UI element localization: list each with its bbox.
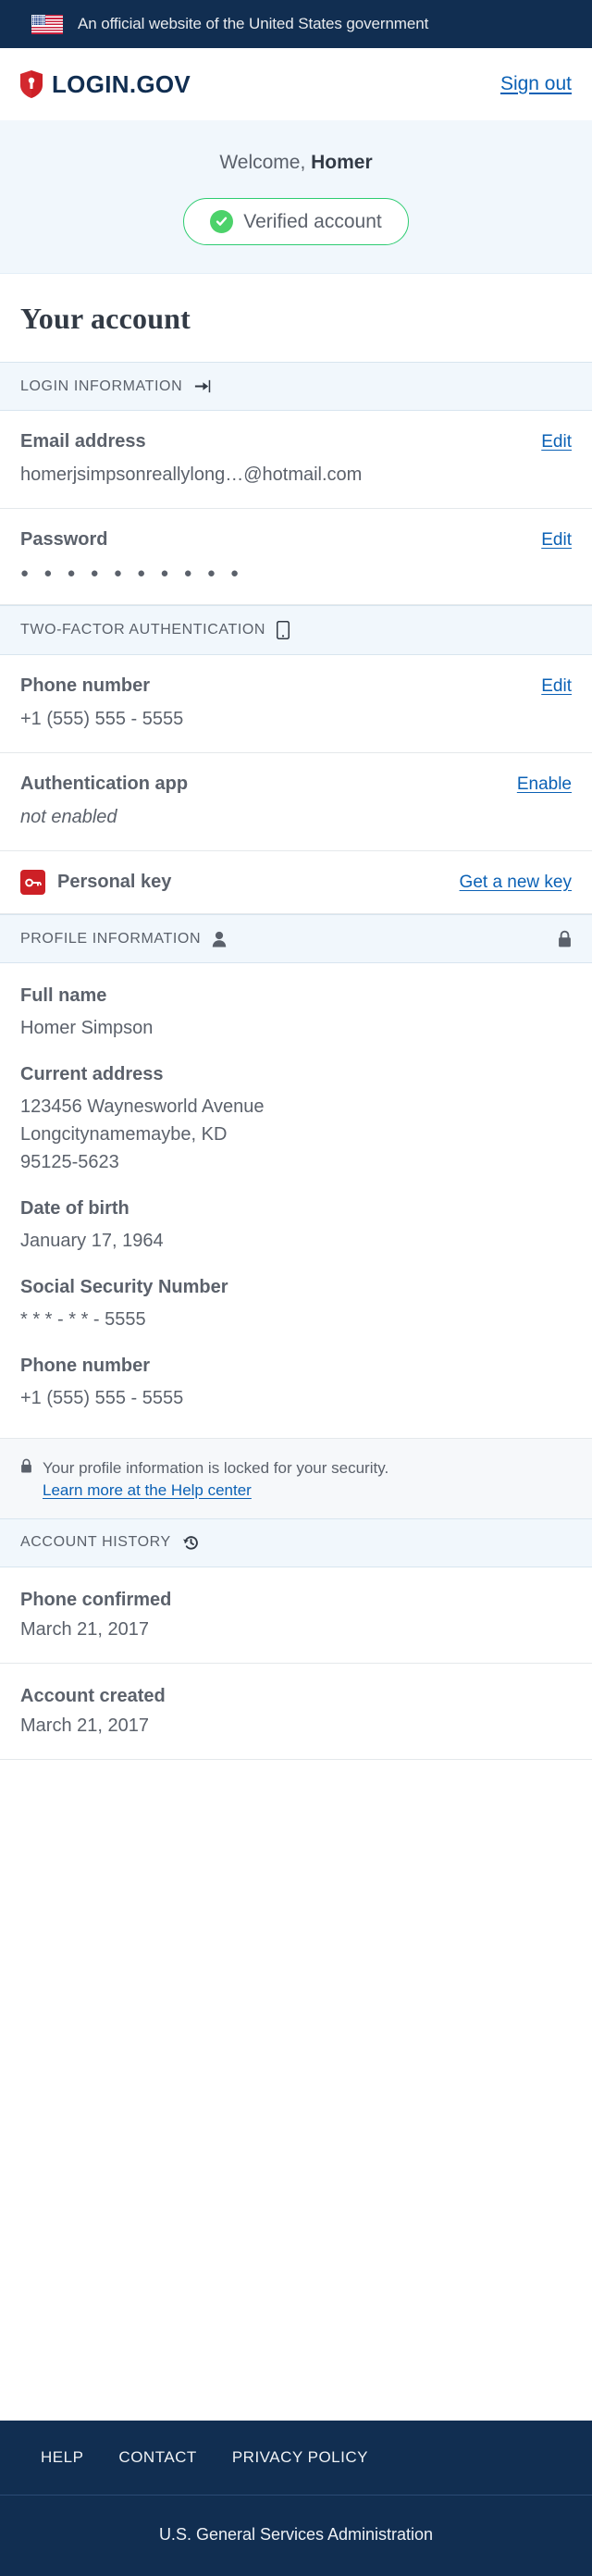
field-value: +1 (555) 555 - 5555	[20, 1388, 184, 1409]
footer-nav: HELP CONTACT PRIVACY POLICY	[0, 2421, 592, 2496]
footer-link-contact[interactable]: CONTACT	[118, 2448, 196, 2467]
welcome-user-name: Homer	[311, 152, 373, 173]
circle-check-icon	[210, 210, 234, 233]
history-event-title: Phone confirmed	[20, 1589, 172, 1610]
field-social-security-number: Social Security Number * * * - * * - 555…	[20, 1277, 572, 1333]
edit-password-link[interactable]: Edit	[541, 530, 572, 551]
shield-lock-icon	[20, 70, 43, 98]
site-header: LOGIN.GOV Sign out	[0, 48, 592, 120]
row-value-email: homerjsimpsonreallylong…@hotmail.com	[20, 464, 363, 485]
row-value-phone: +1 (555) 555 - 5555	[20, 708, 184, 729]
footer-link-privacy-policy[interactable]: PRIVACY POLICY	[232, 2448, 368, 2467]
field-label: Current address	[20, 1064, 164, 1085]
history-row-phone-confirmed: Phone confirmed March 21, 2017	[0, 1567, 592, 1664]
field-value: 123456 Waynesworld Avenue Longcitynamema…	[20, 1096, 265, 1173]
field-phone-number: Phone number +1 (555) 555 - 5555	[20, 1356, 572, 1412]
row-value-auth-app-status: not enabled	[20, 807, 117, 828]
field-date-of-birth: Date of birth January 17, 1964	[20, 1198, 572, 1255]
section-header-account-history: ACCOUNT HISTORY	[0, 1517, 592, 1567]
status-badge-label: Verified account	[243, 210, 382, 232]
row-label: Email address	[20, 431, 146, 452]
brand-logo[interactable]: LOGIN.GOV	[20, 70, 191, 99]
key-icon	[20, 870, 45, 896]
section-header-profile-information: PROFILE INFORMATION	[0, 914, 592, 964]
account-page: An official website of the United States…	[0, 0, 592, 2576]
get-new-key-link[interactable]: Get a new key	[460, 873, 572, 893]
row-label: Phone number	[20, 675, 151, 696]
gov-banner-text: An official website of the United States…	[78, 15, 429, 32]
history-event-title: Account created	[20, 1685, 166, 1706]
edit-phone-link[interactable]: Edit	[541, 676, 572, 697]
sign-out-link[interactable]: Sign out	[500, 73, 572, 95]
footer-agency-name: U.S. General Services Administration	[158, 2525, 434, 2544]
field-value: January 17, 1964	[20, 1231, 164, 1252]
lock-icon	[20, 1458, 32, 1473]
sign-in-arrow-icon	[193, 378, 211, 395]
row-value-password-mask: ● ● ● ● ● ● ● ● ● ●	[20, 565, 245, 582]
row-label: Password	[20, 529, 108, 551]
history-row-account-created: Account created March 21, 2017	[0, 1663, 592, 1760]
page-title: Your account	[0, 274, 592, 362]
site-footer: HELP CONTACT PRIVACY POLICY U.S. General…	[0, 2421, 592, 2576]
history-event-date: March 21, 2017	[20, 1715, 149, 1736]
field-full-name: Full name Homer Simpson	[20, 985, 572, 1042]
personal-key-label: Personal key	[57, 872, 172, 893]
field-label: Social Security Number	[20, 1277, 228, 1298]
field-label: Phone number	[20, 1356, 151, 1377]
section-title: TWO-FACTOR AUTHENTICATION	[20, 621, 266, 638]
edit-email-link[interactable]: Edit	[541, 432, 572, 452]
mobile-phone-icon	[277, 620, 290, 639]
section-title: ACCOUNT HISTORY	[20, 1534, 171, 1551]
profile-locked-text: Your profile information is locked for y…	[43, 1459, 389, 1478]
gov-banner: An official website of the United States…	[0, 0, 592, 48]
us-flag-icon	[31, 14, 63, 34]
row-personal-key: Personal key Get a new key	[0, 851, 592, 915]
row-authentication-app: Authentication app Enable not enabled	[0, 753, 592, 852]
verified-badge-wrap: Verified account	[0, 174, 592, 273]
history-event-date: March 21, 2017	[20, 1618, 149, 1640]
field-value: * * * - * * - 5555	[20, 1309, 146, 1331]
content-spacer	[0, 1759, 592, 2421]
section-header-two-factor-authentication: TWO-FACTOR AUTHENTICATION	[0, 604, 592, 655]
footer-link-help[interactable]: HELP	[41, 2448, 83, 2467]
field-label: Full name	[20, 985, 107, 1007]
welcome-greeting: Welcome,	[219, 152, 312, 173]
person-icon	[212, 931, 227, 947]
brand-name: LOGIN.GOV	[52, 69, 191, 98]
field-label: Date of birth	[20, 1198, 130, 1220]
row-label: Authentication app	[20, 774, 189, 795]
section-title: LOGIN INFORMATION	[20, 378, 183, 394]
profile-locked-notice: Your profile information is locked for y…	[0, 1438, 592, 1518]
profile-fields: Full name Homer Simpson Current address …	[0, 963, 592, 1439]
history-clock-icon	[182, 1534, 200, 1552]
welcome-message: Welcome, Homer	[0, 152, 592, 174]
section-title: PROFILE INFORMATION	[20, 930, 202, 947]
lock-icon	[558, 930, 572, 947]
field-value: Homer Simpson	[20, 1018, 154, 1039]
row-email-address: Email address Edit homerjsimpsonreallylo…	[0, 411, 592, 510]
enable-auth-app-link[interactable]: Enable	[517, 774, 572, 795]
row-phone-number-2fa: Phone number Edit +1 (555) 555 - 5555	[0, 654, 592, 754]
welcome-band: Welcome, Homer Verified account	[0, 120, 592, 274]
status-badge[interactable]: Verified account	[183, 198, 409, 245]
field-current-address: Current address 123456 Waynesworld Avenu…	[20, 1064, 572, 1176]
section-header-login-information: LOGIN INFORMATION	[0, 362, 592, 411]
row-password: Password Edit ● ● ● ● ● ● ● ● ● ●	[0, 509, 592, 605]
help-center-link[interactable]: Learn more at the Help center	[43, 1481, 388, 1500]
